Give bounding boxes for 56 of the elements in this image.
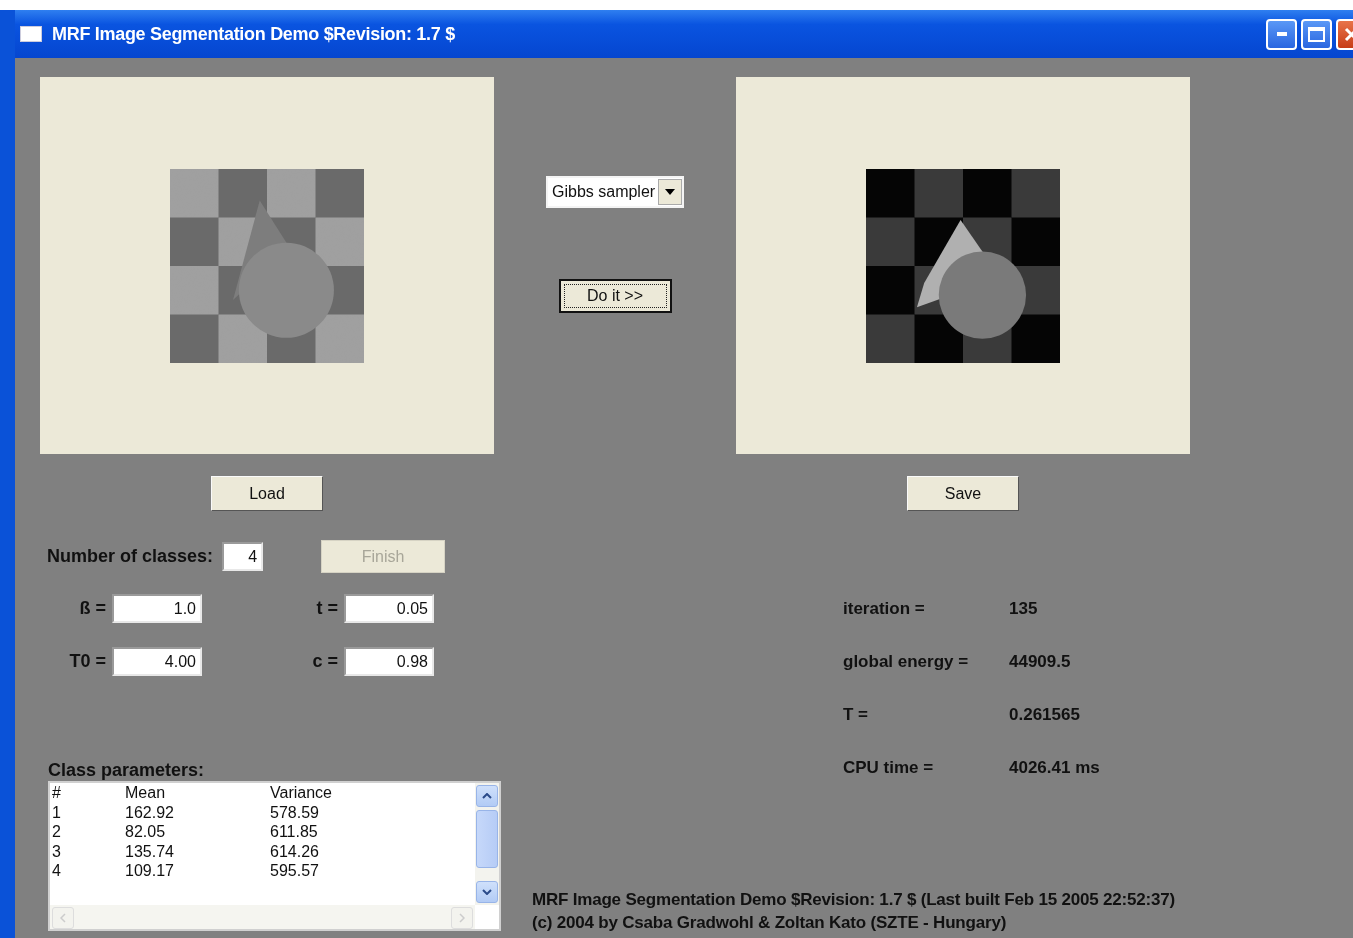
list-cell-text: 3: [52, 841, 62, 861]
parameter-field[interactable]: 1.0: [112, 594, 202, 623]
parameter-label: t =: [315, 597, 338, 620]
number-of-classes-label: Number of classes:: [47, 545, 214, 568]
scroll-up-button[interactable]: [476, 785, 498, 807]
right-chevron-icon: [459, 913, 465, 923]
list-cell-text: 135.74: [125, 841, 175, 861]
method-dropdown[interactable]: Gibbs sampler: [546, 176, 684, 208]
maximize-icon: [1308, 26, 1325, 42]
scroll-thumb[interactable]: [476, 810, 498, 868]
minimize-button[interactable]: [1266, 18, 1297, 50]
stat-value: 4026.41 ms: [1009, 757, 1101, 779]
list-cell-text: 614.26: [270, 841, 320, 861]
list-cell-text: 4: [52, 861, 62, 881]
list-cell-text: 82.05: [125, 822, 167, 842]
stat-label: CPU time =: [843, 757, 935, 779]
save-button[interactable]: Save: [907, 476, 1019, 511]
left-chevron-icon: [60, 913, 66, 923]
window-title: MRF Image Segmentation Demo $Revision: 1.7 $: [52, 22, 455, 46]
class-parameters-label: Class parameters:: [48, 760, 206, 780]
column-header: #: [52, 783, 62, 803]
list-cell-text: 578.59: [270, 802, 320, 822]
load-button[interactable]: Load: [211, 476, 323, 511]
up-chevron-icon: [482, 793, 492, 799]
stat-value: 44909.5: [1009, 651, 1072, 673]
stat-value: 135: [1009, 598, 1039, 620]
maximize-button[interactable]: [1301, 18, 1332, 50]
list-cell-text: 595.57: [270, 861, 320, 881]
stat-value: 0.261565: [1009, 704, 1081, 726]
class-parameters-list[interactable]: # Mean Variance 1 162.92 578.59 2 82.05 611.85 3 135.74 614.26 4 109.17 595.57: [48, 781, 501, 931]
column-header: Mean: [125, 783, 167, 803]
vertical-scrollbar[interactable]: [475, 783, 499, 905]
parameter-label: c =: [311, 650, 338, 673]
parameter-field[interactable]: 0.98: [344, 647, 434, 676]
stat-label: global energy =: [843, 651, 970, 673]
down-chevron-icon: [482, 889, 492, 895]
number-of-classes-field[interactable]: 4: [222, 542, 264, 571]
stat-label: iteration =: [843, 598, 926, 620]
parameter-label: T0 =: [68, 650, 106, 673]
scroll-down-button[interactable]: [476, 881, 498, 903]
stat-label: T =: [843, 704, 870, 726]
window-icon: [20, 26, 42, 42]
parameter-label: ß =: [78, 597, 106, 620]
list-cell-text: 162.92: [125, 802, 175, 822]
minimize-icon: [1276, 32, 1287, 36]
footer-text: (c) 2004 by Csaba Gradwohl & Zoltan Kato (SZTE - Hungary): [532, 912, 1008, 934]
do-it-button[interactable]: Do it >>: [558, 279, 672, 313]
parameter-field[interactable]: 4.00: [112, 647, 202, 676]
list-cell-text: 611.85: [270, 822, 319, 842]
dropdown-caret-icon: [665, 189, 675, 195]
column-header: Variance: [270, 783, 333, 803]
list-cell-text: 2: [52, 822, 62, 842]
list-cell-text: 1: [52, 802, 62, 822]
footer-text: MRF Image Segmentation Demo $Revision: 1.7 $ (Last built Feb 15 2005 22:52:37): [532, 889, 1176, 911]
parameter-field[interactable]: 0.05: [344, 594, 434, 623]
list-cell-text: 109.17: [125, 861, 175, 881]
